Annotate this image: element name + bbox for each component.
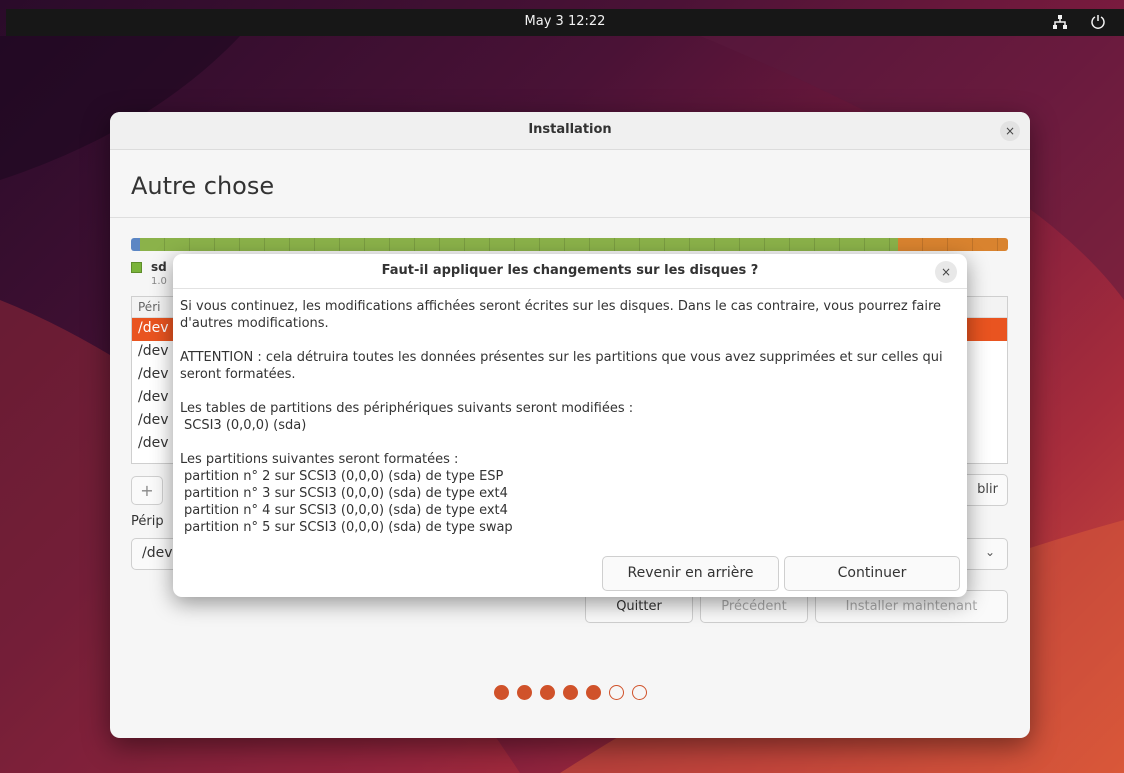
partition-bar (131, 238, 1008, 251)
dialog-tables-section: Les tables de partitions des périphériqu… (180, 400, 960, 434)
chevron-down-icon: ⌄ (984, 545, 995, 559)
partition-segment-efi (131, 238, 140, 251)
continue-button[interactable]: Continuer (784, 556, 960, 591)
go-back-button[interactable]: Revenir en arrière (602, 556, 779, 591)
dialog-format-section: Les partitions suivantes seront formatée… (180, 451, 960, 536)
divider (110, 217, 1030, 218)
bootloader-value: /dev (142, 545, 173, 561)
format-item: partition n° 4 sur SCSI3 (0,0,0) (sda) d… (184, 503, 508, 518)
disk-legend-size: 1.0 (151, 276, 167, 287)
step-dot-complete (516, 685, 532, 700)
window-titlebar: Installation × (110, 112, 1030, 150)
add-partition-button[interactable]: + (131, 476, 163, 505)
step-dot-complete (493, 685, 509, 700)
format-item: partition n° 3 sur SCSI3 (0,0,0) (sda) d… (184, 486, 508, 501)
power-icon[interactable] (1090, 13, 1106, 29)
format-item: partition n° 5 sur SCSI3 (0,0,0) (sda) d… (184, 520, 513, 535)
tables-heading: Les tables de partitions des périphériqu… (180, 401, 634, 416)
step-dot-complete (562, 685, 578, 700)
dialog-paragraph-info: Si vous continuez, les modifications aff… (180, 299, 941, 331)
step-dot-pending (631, 685, 647, 700)
dialog-paragraph-warning: ATTENTION : cela détruira toutes les don… (180, 350, 943, 382)
window-title: Installation (528, 122, 612, 137)
partition-segment-ext4 (140, 238, 898, 251)
divider (173, 288, 967, 289)
clock[interactable]: May 3 12:22 (6, 14, 1124, 29)
network-icon[interactable] (1052, 14, 1068, 30)
top-bar: May 3 12:22 (6, 9, 1124, 36)
close-icon[interactable]: × (935, 261, 957, 283)
step-dot-complete (539, 685, 555, 700)
format-item: partition n° 2 sur SCSI3 (0,0,0) (sda) d… (184, 469, 504, 484)
close-icon[interactable]: × (1000, 121, 1020, 141)
tables-item: SCSI3 (0,0,0) (sda) (184, 418, 307, 433)
format-heading: Les partitions suivantes seront formatée… (180, 452, 459, 467)
step-dot-complete (585, 685, 601, 700)
legend-swatch (131, 262, 142, 273)
partition-segment-swap (898, 238, 1008, 251)
step-indicator (110, 682, 1030, 701)
dialog-title: Faut-il appliquer les changements sur le… (381, 263, 759, 278)
page-title: Autre chose (131, 172, 275, 200)
bootloader-label: Périp (131, 514, 164, 529)
disk-legend-name: sd (151, 260, 167, 274)
dialog-body: Si vous continuez, les modifications aff… (180, 298, 960, 536)
step-dot-pending (608, 685, 624, 700)
confirm-dialog: Faut-il appliquer les changements sur le… (173, 254, 967, 597)
